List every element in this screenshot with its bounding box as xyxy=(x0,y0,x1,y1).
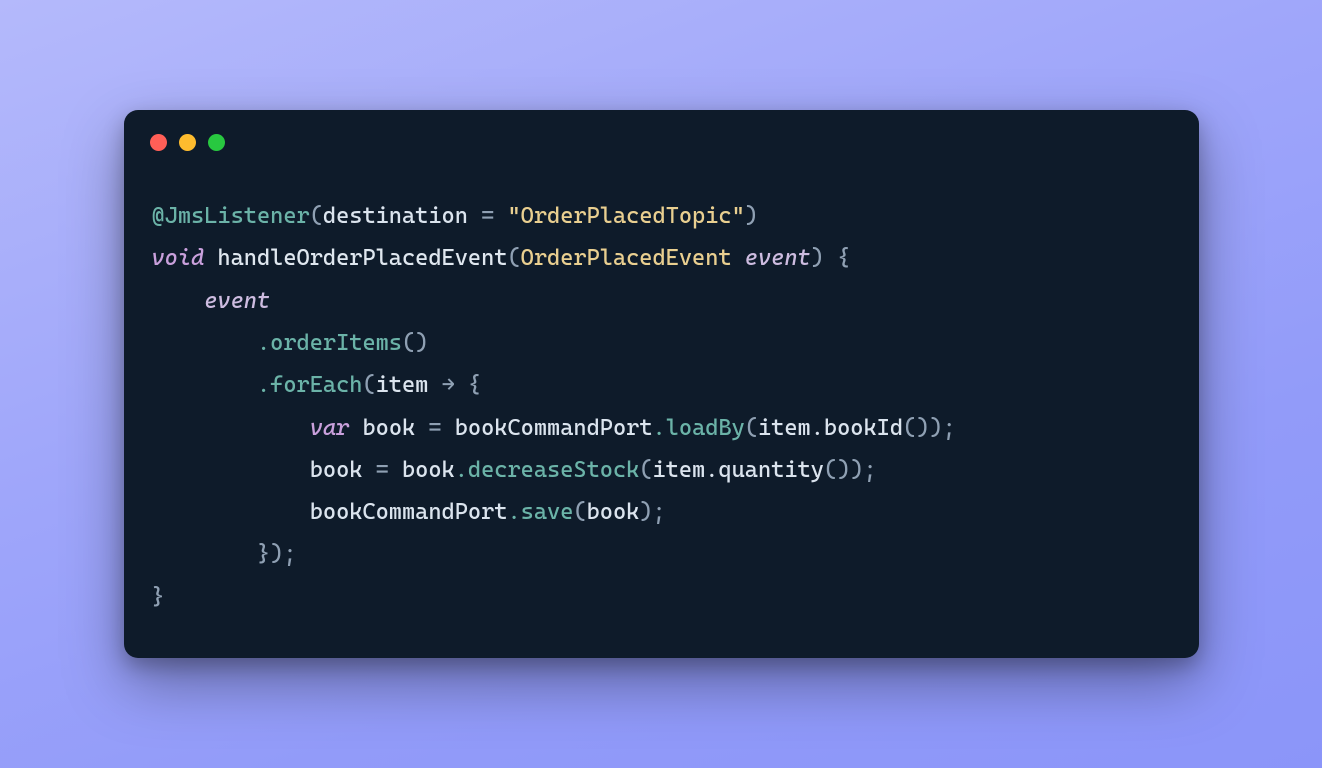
var-book: book xyxy=(362,415,415,441)
event-ref: event xyxy=(204,288,270,314)
expr-item-quantity: item.quantity xyxy=(653,457,824,483)
paren-close: ) xyxy=(811,245,824,271)
code-window: @JmsListener(destination = "OrderPlacedT… xyxy=(124,110,1199,658)
code-block: @JmsListener(destination = "OrderPlacedT… xyxy=(124,155,1199,658)
destination-key: destination xyxy=(323,203,468,229)
brace-close: } xyxy=(152,584,165,610)
param-name: event xyxy=(745,245,811,271)
brace-open: { xyxy=(468,372,481,398)
lambda-param-item: item xyxy=(376,372,429,398)
destination-value: "OrderPlacedTopic" xyxy=(507,203,744,229)
equals: = xyxy=(376,457,389,483)
expr-item-bookId: item.bookId xyxy=(758,415,903,441)
brace-open: { xyxy=(837,245,850,271)
call-loadBy: .loadBy xyxy=(653,415,745,441)
paren-open: ( xyxy=(507,245,520,271)
traffic-light-zoom-icon[interactable] xyxy=(208,134,225,151)
call-decreaseStock: .decreaseStock xyxy=(455,457,640,483)
paren-open: ( xyxy=(573,499,586,525)
obj-bookCommandPort: bookCommandPort xyxy=(310,499,508,525)
equals: = xyxy=(468,203,508,229)
keyword-void: void xyxy=(152,245,205,271)
paren-open: ( xyxy=(745,415,758,441)
traffic-light-minimize-icon[interactable] xyxy=(179,134,196,151)
empty-parens: () xyxy=(824,457,850,483)
param-type: OrderPlacedEvent xyxy=(521,245,732,271)
paren-close: ) xyxy=(745,203,758,229)
traffic-light-close-icon[interactable] xyxy=(150,134,167,151)
keyword-var: var xyxy=(310,415,350,441)
obj-bookCommandPort: bookCommandPort xyxy=(455,415,653,441)
paren-close: ) xyxy=(850,457,863,483)
arrow-icon: → xyxy=(428,372,468,398)
paren-open: ( xyxy=(310,203,323,229)
empty-parens: () xyxy=(903,415,929,441)
annotation: @JmsListener xyxy=(152,203,310,229)
paren-close: ) xyxy=(929,415,942,441)
paren-close: ) xyxy=(639,499,652,525)
call-orderItems: .orderItems xyxy=(257,330,402,356)
semicolon: ; xyxy=(653,499,666,525)
equals: = xyxy=(428,415,441,441)
method-name: handleOrderPlacedEvent xyxy=(217,245,507,271)
semicolon: ; xyxy=(863,457,876,483)
paren-open: ( xyxy=(362,372,375,398)
arg-book: book xyxy=(587,499,640,525)
empty-parens: () xyxy=(402,330,428,356)
semicolon: ; xyxy=(943,415,956,441)
brace-close: } xyxy=(257,541,270,567)
call-forEach: .forEach xyxy=(257,372,362,398)
expr-book: book xyxy=(402,457,455,483)
var-book: book xyxy=(310,457,363,483)
close-paren-semi: ); xyxy=(270,541,296,567)
paren-open: ( xyxy=(639,457,652,483)
window-titlebar xyxy=(124,110,1199,155)
call-save: .save xyxy=(507,499,573,525)
